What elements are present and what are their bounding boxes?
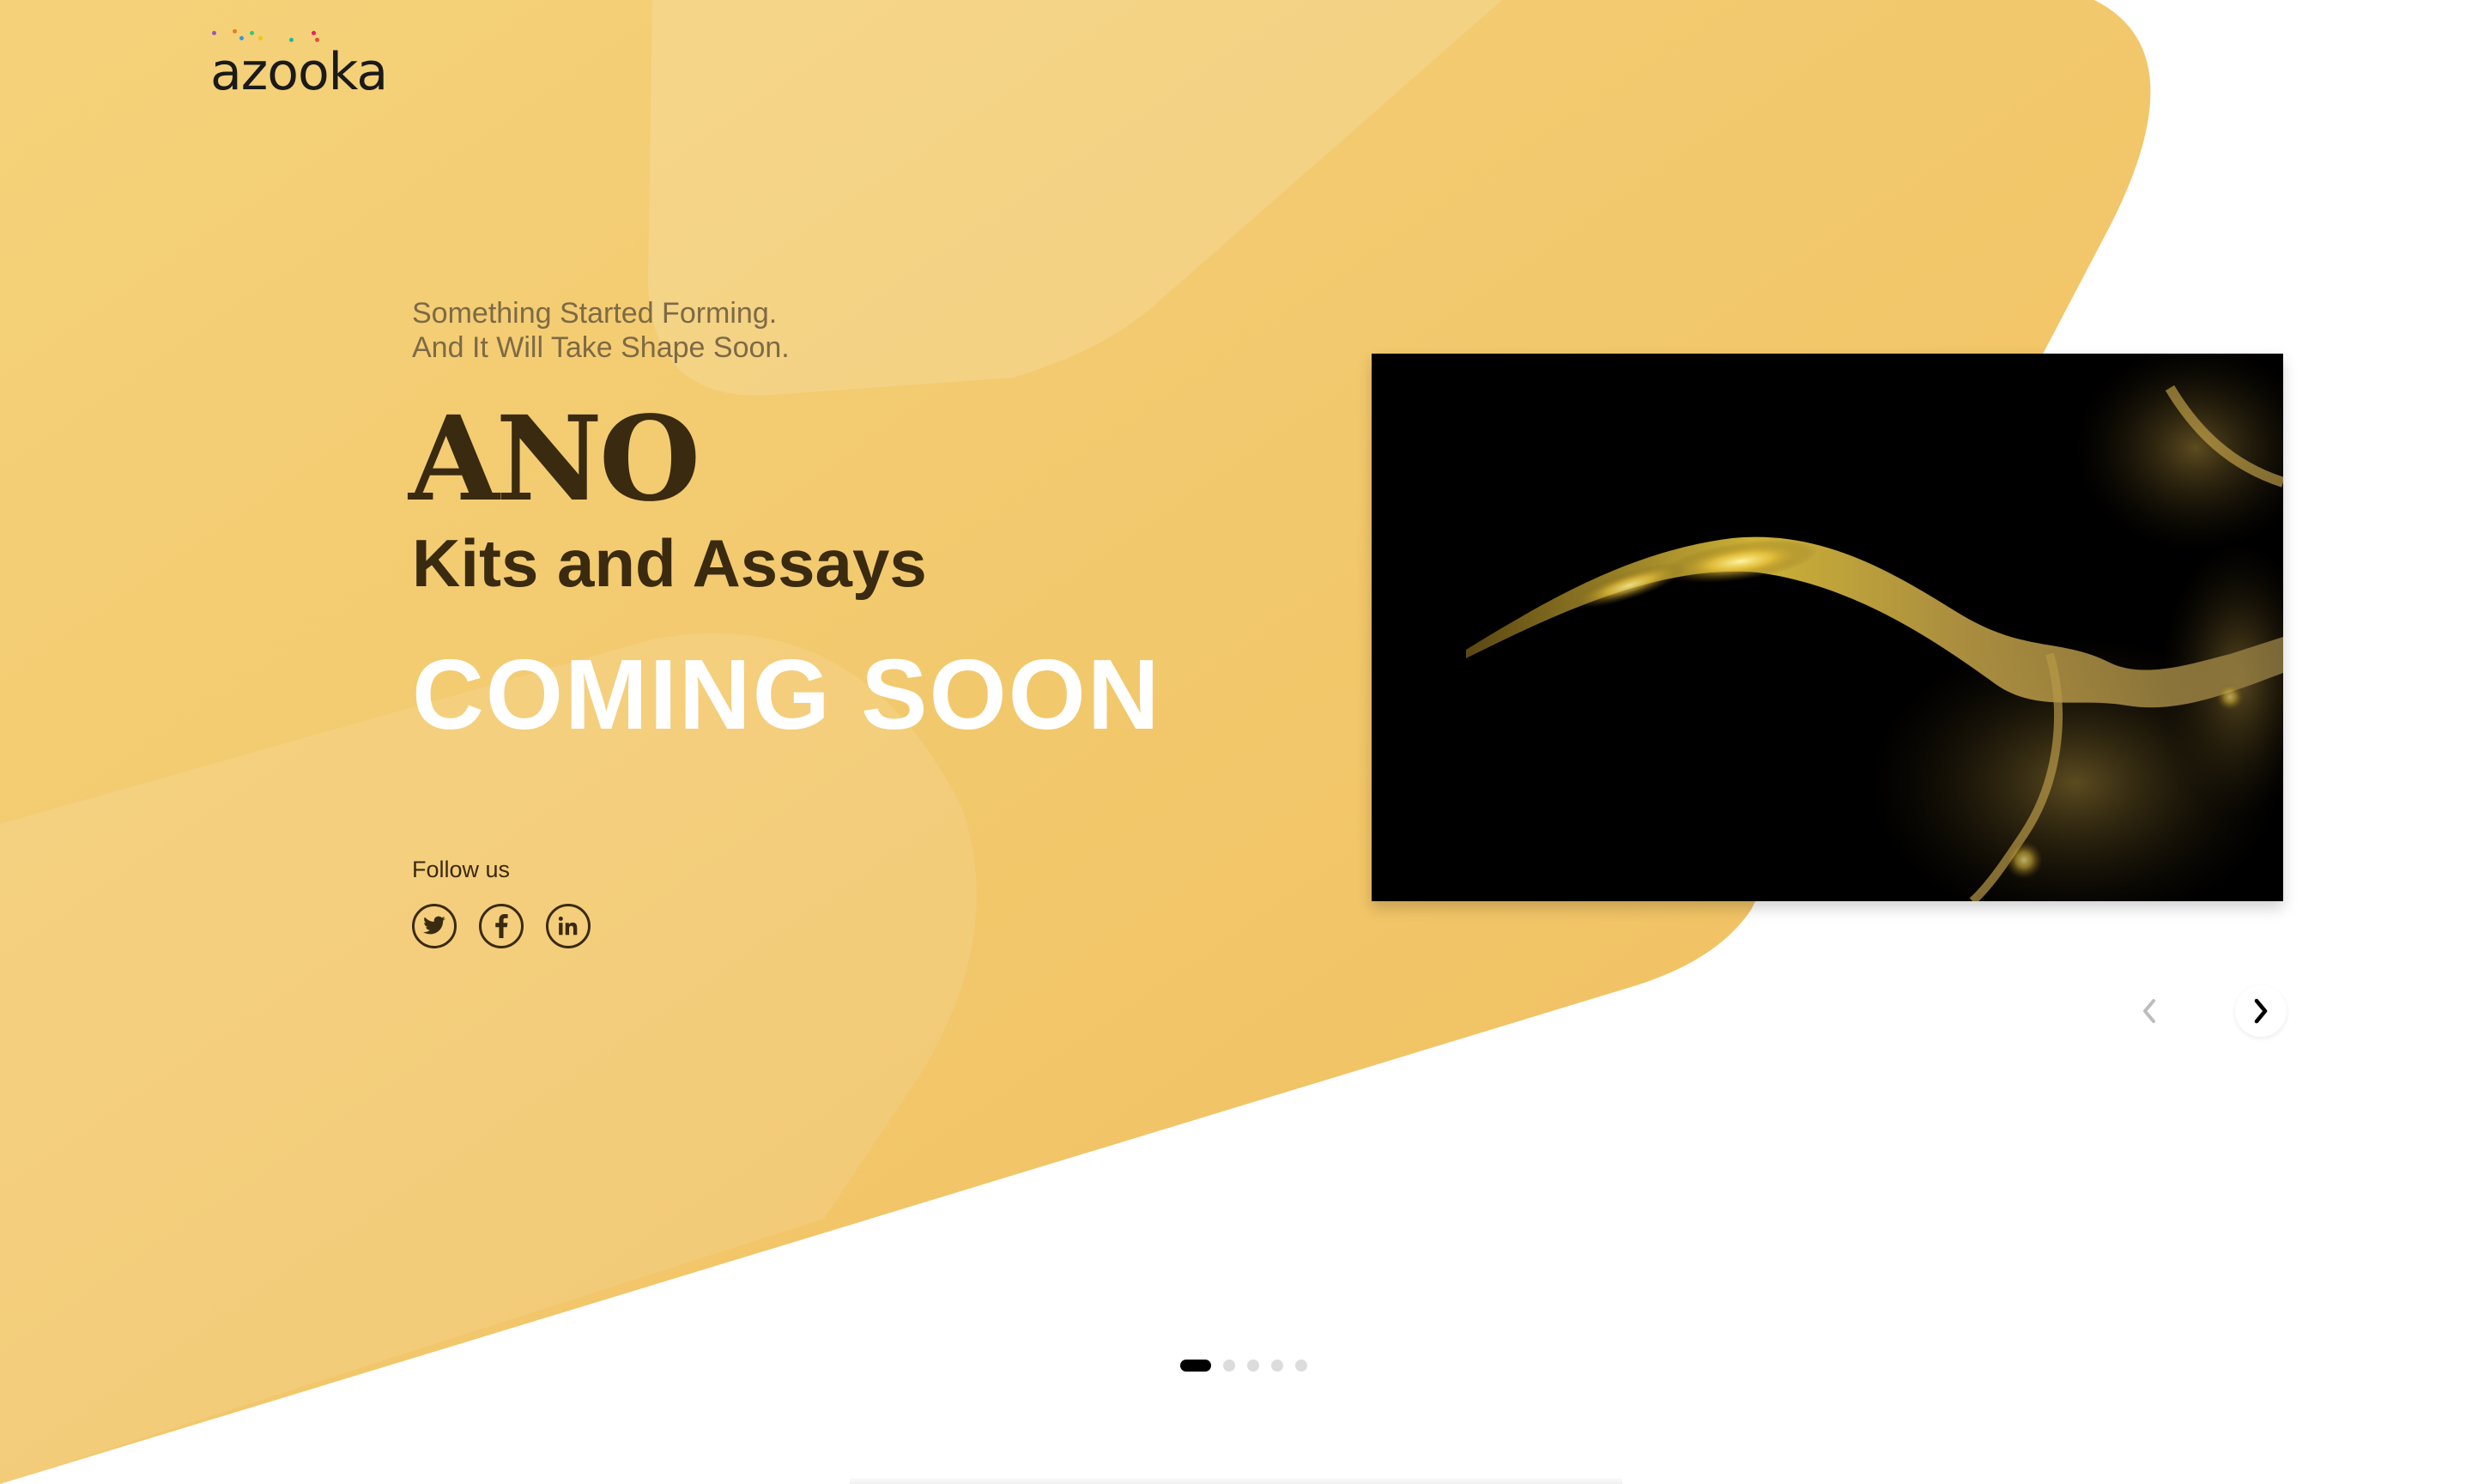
social-follow: Follow us <box>412 857 591 948</box>
linkedin-icon[interactable] <box>546 904 591 948</box>
logo-wordmark: azooka <box>210 42 388 102</box>
logo-dot <box>250 31 254 35</box>
slider-pagination <box>1180 1360 1307 1372</box>
pager-dot-3[interactable] <box>1247 1360 1259 1372</box>
product-name: ANO <box>409 391 700 528</box>
pager-dot-1[interactable] <box>1180 1360 1211 1372</box>
product-subtitle: Kits and Assays <box>412 525 927 601</box>
chevron-left-icon <box>2143 999 2155 1023</box>
chevron-right-icon <box>2254 998 2268 1024</box>
azooka-logo[interactable]: azooka <box>210 21 391 103</box>
facebook-icon[interactable] <box>479 904 524 948</box>
follow-label: Follow us <box>412 857 511 882</box>
logo-dot <box>258 36 263 40</box>
slider-next-button[interactable] <box>2235 985 2287 1037</box>
tagline-line-2: And It Will Take Shape Soon. <box>412 331 790 364</box>
pager-dot-2[interactable] <box>1223 1360 1235 1372</box>
hero-text-block: Something Started Forming. And It Will T… <box>409 296 1161 750</box>
twitter-icon[interactable] <box>412 904 457 948</box>
pager-dot-4[interactable] <box>1271 1360 1283 1372</box>
logo-dot <box>212 31 216 35</box>
glowing-worm-illustration <box>1372 354 2283 901</box>
slider-prev-button[interactable] <box>2124 985 2175 1037</box>
next-section-edge <box>850 1478 1622 1484</box>
logo-dot <box>239 36 244 40</box>
tagline-line-1: Something Started Forming. <box>412 297 778 330</box>
social-icons-row <box>412 904 591 948</box>
logo-dot <box>312 31 316 35</box>
slide-image <box>1372 354 2283 901</box>
pager-dot-5[interactable] <box>1295 1360 1307 1372</box>
logo-dot <box>233 29 237 33</box>
coming-soon-heading: COMING SOON <box>412 639 1161 750</box>
